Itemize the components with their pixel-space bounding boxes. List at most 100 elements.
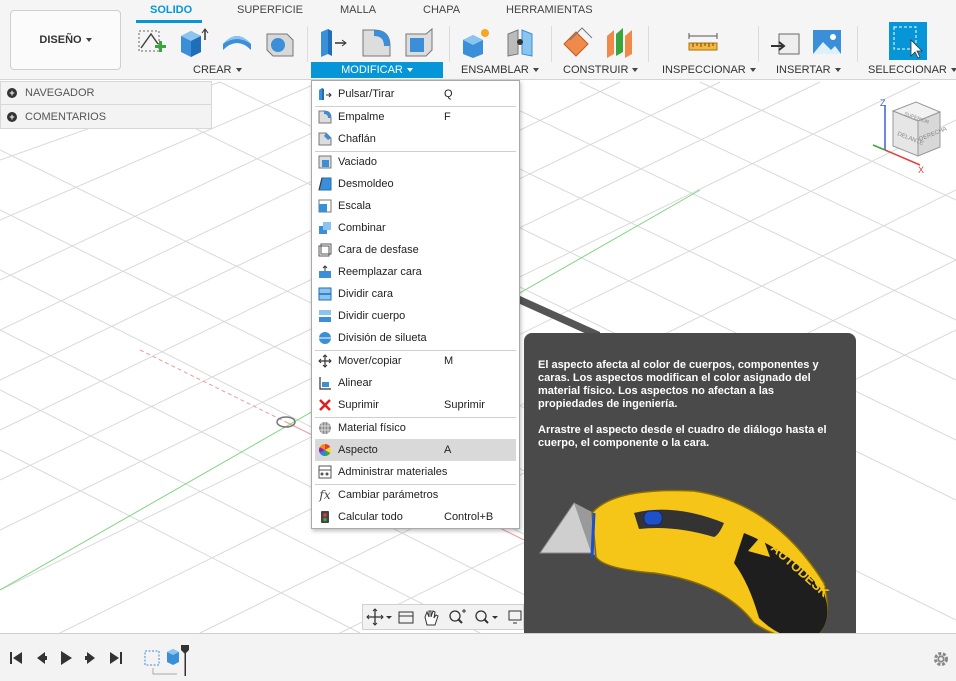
navigation-bar [362,604,524,630]
extrude-icon[interactable] [177,26,209,58]
menu-item-reemplazar-cara[interactable]: Reemplazar cara [315,261,516,283]
tooltip-instructions: Arrastre el aspecto desde el cuadro de d… [538,424,827,449]
display-settings-icon[interactable] [508,610,522,624]
go-to-end-icon[interactable] [108,650,124,666]
inspect-menu-button[interactable]: INSPECCIONAR [662,62,756,78]
timeline-sketch-icon[interactable] [144,650,160,666]
menu-item-division-de-silueta[interactable]: División de silueta [315,327,516,349]
select-icon[interactable] [889,22,927,60]
chevron-down-icon [834,68,841,72]
measure-icon[interactable] [687,26,719,58]
tab-solido[interactable]: SOLIDO [150,4,192,16]
menu-item-material-fisico[interactable]: Material físico [315,417,516,439]
menu-item-mover-copiar[interactable]: Mover/copiar M [315,350,516,372]
workspace-label: DISEÑO [39,34,82,46]
play-icon[interactable] [58,650,74,666]
combine-icon [319,222,331,234]
menu-item-aspecto[interactable]: Aspecto A [315,439,516,461]
offset-plane-icon[interactable] [562,26,594,58]
modify-menu-label: MODIFICAR [341,64,403,76]
menu-item-label: Dividir cara [338,288,394,300]
insert-canvas-icon[interactable] [811,26,843,58]
tab-malla[interactable]: MALLA [340,4,376,16]
chevron-down-icon [235,68,242,72]
menu-item-escala[interactable]: Escala [315,195,516,217]
timeline-extrude-icon[interactable] [167,649,179,665]
menu-item-administrar-materiales[interactable]: Administrar materiales [315,461,516,483]
browser-navegador-row[interactable]: + NAVEGADOR [0,81,212,105]
menu-item-label: División de silueta [338,332,427,344]
select-menu-label: SELECCIONAR [868,64,947,76]
chevron-down-icon [85,38,92,42]
toolbar-divider [758,26,759,62]
fillet-toolbar-icon[interactable] [360,26,392,58]
timeline-marker-icon[interactable] [181,645,189,676]
new-component-icon[interactable] [460,26,492,58]
menu-item-cara-de-desfase[interactable]: Cara de desfase [315,239,516,261]
move-icon [318,354,332,368]
tab-superficie[interactable]: SUPERFICIE [237,4,303,16]
look-at-icon[interactable] [398,611,414,624]
gear-icon[interactable] [932,650,950,668]
step-back-icon[interactable] [33,650,49,666]
menu-item-label: Dividir cuerpo [338,310,406,322]
menu-item-desmoldeo[interactable]: Desmoldeo [315,173,516,195]
tab-herramientas[interactable]: HERRAMIENTAS [506,4,593,16]
expand-icon[interactable]: + [7,88,17,98]
menu-item-chaflan[interactable]: Chaflán [315,128,516,150]
active-tab-indicator [136,20,202,23]
menu-item-cambiar-parametros[interactable]: fx Cambiar parámetros [315,484,516,506]
expand-icon[interactable]: + [7,111,17,122]
menu-item-calcular-todo[interactable]: Calcular todo Control+B [315,506,516,528]
orbit-icon[interactable] [366,608,392,626]
menu-item-label: Escala [338,200,372,212]
create-menu-button[interactable]: CREAR [193,62,242,78]
menu-item-label: Aspecto [338,444,378,456]
browser-comentarios-row[interactable]: + COMENTARIOS [0,105,212,129]
menu-item-pulsar-tirar[interactable]: Pulsar/Tirar Q [315,83,516,105]
menu-item-alinear[interactable]: Alinear [315,372,516,394]
midplane-icon[interactable] [604,26,636,58]
select-menu-button[interactable]: SELECCIONAR [868,62,956,78]
silhouette-split-icon [319,332,331,344]
replace-face-icon [319,265,331,278]
menu-item-shortcut: A [444,444,452,456]
step-forward-icon[interactable] [83,650,99,666]
menu-item-label: Vaciado [338,156,377,168]
press-pull-toolbar-icon[interactable] [318,26,350,58]
tab-chapa[interactable]: CHAPA [423,4,460,16]
viewcube-axis-z: Z [880,98,886,108]
joint-icon[interactable] [504,26,536,58]
assemble-menu-button[interactable]: ENSAMBLAR [461,62,539,78]
construct-menu-button[interactable]: CONSTRUIR [563,62,639,78]
zoom-icon[interactable] [449,609,466,624]
menu-item-vaciado[interactable]: Vaciado [315,151,516,173]
align-icon [319,377,331,390]
insert-derive-icon[interactable] [769,26,801,58]
menu-item-dividir-cuerpo[interactable]: Dividir cuerpo [315,305,516,327]
delete-icon [319,399,331,411]
insert-menu-button[interactable]: INSERTAR [776,62,841,78]
go-to-start-icon[interactable] [8,650,24,666]
fit-icon[interactable] [475,610,498,624]
pan-icon[interactable] [424,610,439,626]
revolve-icon[interactable] [221,26,253,58]
workspace-switcher-button[interactable]: DISEÑO [10,10,121,70]
shell-toolbar-icon[interactable] [402,26,434,58]
menu-item-label: Chaflán [338,133,376,145]
menu-item-label: Alinear [338,377,373,389]
modify-menu-button[interactable]: MODIFICAR [311,62,443,78]
chevron-down-icon [950,68,956,72]
menu-item-label: Cara de desfase [338,244,419,256]
draft-icon [318,177,332,191]
chevron-down-icon [749,68,756,72]
menu-item-dividir-cara[interactable]: Dividir cara [315,283,516,305]
chevron-down-icon [406,68,413,72]
menu-item-combinar[interactable]: Combinar [315,217,516,239]
toolbar-divider [551,26,552,62]
menu-item-shortcut: F [444,111,451,123]
menu-item-empalme[interactable]: Empalme F [315,106,516,128]
menu-item-suprimir[interactable]: Suprimir Suprimir [315,394,516,416]
hole-icon[interactable] [263,26,295,58]
create-sketch-icon[interactable] [136,26,168,58]
